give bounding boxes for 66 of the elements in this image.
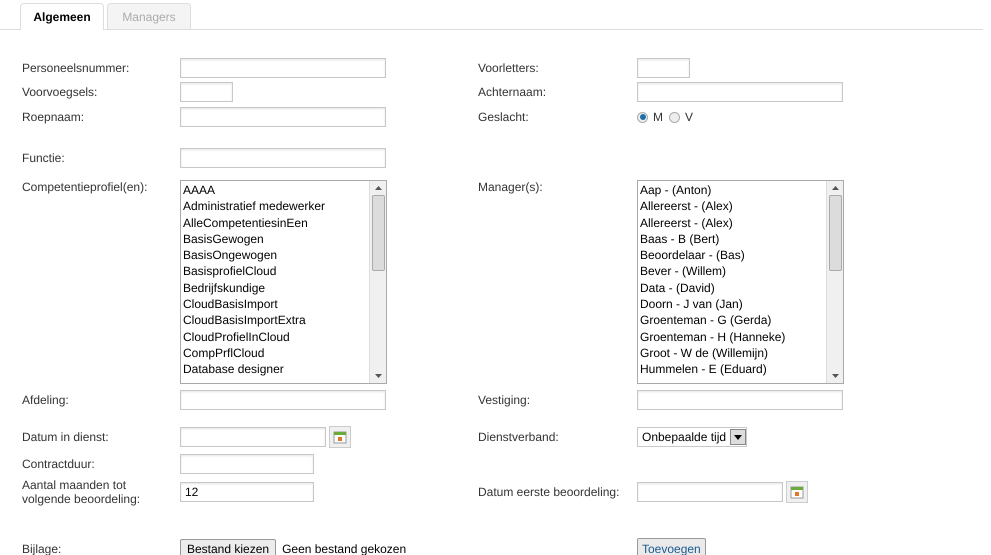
choose-file-button[interactable]: Bestand kiezen — [180, 539, 276, 555]
text-field[interactable] — [180, 107, 386, 127]
list-item[interactable]: Doorn - J van (Jan) — [640, 296, 826, 312]
list-item[interactable]: Administratief medewerker — [183, 198, 369, 215]
field-label: Afdeling: — [22, 393, 70, 407]
field-label: Personeelsnummer: — [22, 61, 130, 75]
date-field[interactable] — [637, 482, 783, 502]
list-item[interactable]: Allereerst - (Alex) — [640, 214, 826, 231]
field-label: Voorvoegsels: — [22, 85, 98, 99]
list-item[interactable]: BasisprofielCloud — [183, 263, 369, 280]
list-item[interactable]: AlleCompetentiesinEen — [183, 214, 369, 231]
field-label: Datum in dienst: — [22, 430, 110, 444]
list-item[interactable]: Allereerst - (Alex) — [640, 198, 826, 215]
field-label: Competentieprofiel(en): — [22, 180, 148, 194]
list-item[interactable]: Groenteman - G (Gerda) — [640, 312, 826, 329]
text-field[interactable] — [180, 390, 386, 410]
text-field[interactable] — [180, 58, 386, 78]
field-label: Dienstverband: — [478, 430, 560, 444]
caret-icon — [730, 429, 746, 445]
field-label: Voorletters: — [478, 61, 540, 75]
list-item[interactable]: AAAA — [183, 182, 369, 198]
field-label: Vestiging: — [478, 393, 532, 407]
field-label: Contractduur: — [22, 457, 96, 471]
list-item[interactable]: Hummelen - E (Eduard) — [640, 361, 826, 378]
list-item[interactable]: Beoordelaar - (Bas) — [640, 247, 826, 264]
list-item[interactable]: Bedrijfskundige — [183, 280, 369, 296]
field-label: Manager(s): — [478, 180, 544, 194]
list-item[interactable]: BasisGewogen — [183, 230, 369, 248]
scrollbar[interactable] — [369, 181, 386, 383]
calendar-icon[interactable] — [786, 481, 808, 503]
dropdown[interactable]: Onbepaalde tijd — [637, 427, 748, 447]
radio-button[interactable] — [669, 112, 680, 122]
list-item[interactable]: CloudBasisImportExtra — [183, 312, 369, 329]
field-label: Roepnaam: — [22, 110, 86, 124]
list-item[interactable]: Groenteman - H (Hanneke) — [640, 328, 826, 345]
list-box[interactable] — [180, 180, 387, 384]
list-item[interactable]: Groot - W de (Willemijn) — [640, 344, 826, 362]
text-field[interactable] — [180, 454, 314, 474]
field-label: Aantal maanden tot volgende beoordeling: — [22, 478, 142, 506]
list-item[interactable]: BasisOngewogen — [183, 247, 369, 264]
list-item[interactable]: CloudProfielInCloud — [183, 328, 369, 345]
tab[interactable]: Algemeen — [20, 3, 104, 30]
list-item[interactable]: CloudBasisImport — [183, 296, 369, 312]
list-box[interactable] — [637, 180, 844, 384]
text-field[interactable] — [180, 148, 386, 168]
list-item[interactable]: CompPrflCloud — [183, 344, 369, 362]
list-item[interactable]: Bever - (Willem) — [640, 263, 826, 280]
text-field[interactable] — [180, 82, 233, 102]
radio-button[interactable] — [637, 112, 648, 122]
field-label: Geslacht: — [478, 110, 530, 124]
radio-label: M — [653, 109, 663, 126]
field-label: Functie: — [22, 151, 66, 165]
text-field[interactable]: 12 — [180, 482, 314, 502]
scrollbar[interactable] — [826, 181, 843, 383]
text-field[interactable] — [637, 390, 843, 410]
text-field[interactable] — [637, 82, 843, 102]
list-item[interactable]: Aap - (Anton) — [640, 182, 826, 198]
date-field[interactable] — [180, 427, 326, 447]
list-item[interactable]: Database designer — [183, 361, 369, 378]
text-field[interactable] — [637, 58, 690, 78]
list-item[interactable]: Baas - B (Bert) — [640, 230, 826, 248]
calendar-icon[interactable] — [329, 426, 351, 448]
field-label: Achternaam: — [478, 85, 548, 99]
list-item[interactable]: Data - (David) — [640, 280, 826, 296]
field-label: Datum eerste beoordeling: — [478, 485, 620, 499]
radio-label: V — [685, 109, 694, 126]
